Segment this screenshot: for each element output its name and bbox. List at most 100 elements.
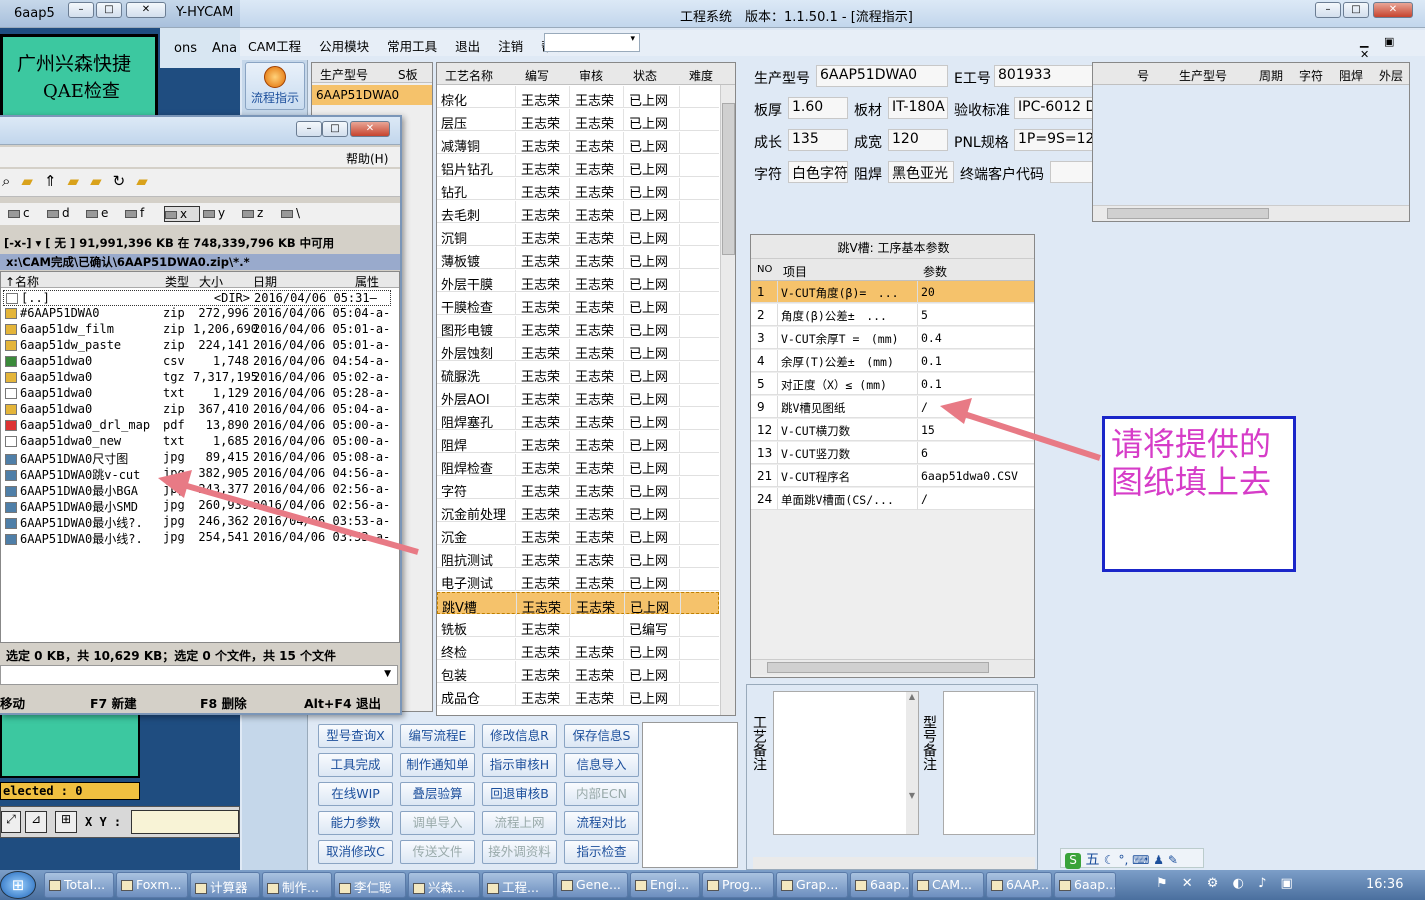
action-button[interactable]: 调单导入 bbox=[400, 811, 475, 835]
param-col-value[interactable]: 参数 bbox=[923, 263, 947, 280]
process-row[interactable]: 去毛刺 王志荣 王志荣 已上网 bbox=[437, 201, 719, 224]
action-button[interactable]: 保存信息S bbox=[564, 724, 639, 748]
fm-col-date[interactable]: 日期 bbox=[253, 273, 277, 290]
drive-button[interactable]: c bbox=[8, 206, 44, 222]
fm-file-row[interactable]: [..] <DIR> 2016/04/06 05:31— bbox=[3, 290, 391, 306]
process-row[interactable]: 硫脲洗 王志荣 王志荣 已上网 bbox=[437, 362, 719, 385]
menu-combo[interactable]: ▾ bbox=[544, 33, 640, 52]
right-col-char[interactable]: 字符 bbox=[1299, 67, 1323, 84]
process-row[interactable]: 干膜检查 王志荣 王志荣 已上网 bbox=[437, 293, 719, 316]
fm-file-row[interactable]: 6aap51dwa0 zip 367,410 2016/04/06 05:04-a- bbox=[3, 402, 391, 418]
fm-file-row[interactable]: #6AAP51DWA0 zip 272,996 2016/04/06 05:04-a- bbox=[3, 306, 391, 322]
process-row[interactable]: 阻抗测试 王志荣 王志荣 已上网 bbox=[437, 546, 719, 569]
param-col-item[interactable]: 项目 bbox=[783, 263, 807, 280]
menu-cam[interactable]: CAM工程 bbox=[248, 39, 301, 54]
menu-exit[interactable]: 退出 bbox=[455, 39, 480, 54]
folder-open-icon[interactable]: ▰ bbox=[136, 172, 159, 190]
action-button[interactable]: 接外调资料 bbox=[482, 840, 557, 864]
tool-icon-2[interactable]: ⊿ bbox=[25, 811, 47, 833]
taskbar-item[interactable]: 李仁聪 bbox=[334, 872, 406, 898]
taskbar-item[interactable]: Engi... bbox=[630, 872, 700, 898]
fkey-new[interactable]: F7 新建 bbox=[90, 693, 137, 712]
param-row[interactable]: 24 单面跳V槽面(CS/... / bbox=[751, 488, 1034, 510]
param-hscroll[interactable] bbox=[751, 659, 1034, 675]
menu-common[interactable]: 公用模块 bbox=[319, 39, 369, 54]
left-maximize-button[interactable]: □ bbox=[96, 2, 122, 18]
process-row[interactable]: 包装 王志荣 王志荣 已上网 bbox=[437, 661, 719, 684]
action-button[interactable]: 修改信息R bbox=[482, 724, 557, 748]
action-button[interactable]: 型号查询X bbox=[318, 724, 393, 748]
taskbar-item[interactable]: Gene... bbox=[556, 872, 628, 898]
drive-button[interactable]: x bbox=[164, 206, 200, 222]
model-col-header[interactable]: 生产型号 bbox=[320, 66, 368, 83]
flow-indicator-button[interactable]: 流程指示 bbox=[245, 62, 305, 110]
fm-file-row[interactable]: 6AAP51DWA0最小线?. jpg 246,362 2016/04/06 03:5… bbox=[3, 514, 391, 530]
process-col-name[interactable]: 工艺名称 bbox=[445, 67, 493, 84]
menu-tools[interactable]: 常用工具 bbox=[387, 39, 437, 54]
fm-maximize-button[interactable]: □ bbox=[322, 121, 348, 137]
action-button[interactable]: 取消修改C bbox=[318, 840, 393, 864]
fm-file-row[interactable]: 6aap51dwa0_new txt 1,685 2016/04/06 05:00-a… bbox=[3, 434, 391, 450]
sboard-col-header[interactable]: S板 bbox=[398, 66, 418, 83]
process-row[interactable]: 阻焊 王志荣 王志荣 已上网 bbox=[437, 431, 719, 454]
fm-col-name[interactable]: ↑名称 bbox=[5, 273, 39, 290]
left-menu-ons[interactable]: ons bbox=[174, 41, 197, 56]
process-row[interactable]: 电子测试 王志荣 王志荣 已上网 bbox=[437, 569, 719, 592]
width-field[interactable]: 120 bbox=[888, 129, 948, 151]
process-row[interactable]: 沉铜 王志荣 王志荣 已上网 bbox=[437, 224, 719, 247]
tool-icon-1[interactable]: ⤢ bbox=[1, 811, 21, 833]
folder-tree-icon[interactable]: ▰ bbox=[90, 172, 113, 190]
fm-file-row[interactable]: 6aap51dwa0 tgz 7,317,195 2016/04/06 05:02-a… bbox=[3, 370, 391, 386]
process-row[interactable]: 层压 王志荣 王志荣 已上网 bbox=[437, 109, 719, 132]
thickness-field[interactable]: 1.60 bbox=[788, 97, 848, 119]
param-hscroll-thumb[interactable] bbox=[767, 662, 989, 673]
taskbar-item[interactable]: 6aap... bbox=[1054, 872, 1116, 898]
taskbar-item[interactable]: 6AAP... bbox=[986, 872, 1052, 898]
tool-icon-3[interactable]: ⊞ bbox=[55, 811, 77, 833]
process-row[interactable]: 外层AOI 王志荣 王志荣 已上网 bbox=[437, 385, 719, 408]
param-col-no[interactable]: NO bbox=[757, 264, 772, 275]
process-notes-box[interactable]: ▲ ▼ bbox=[773, 691, 919, 835]
left-close-button[interactable]: ✕ bbox=[126, 2, 166, 18]
process-row[interactable]: 薄板镀 王志荣 王志荣 已上网 bbox=[437, 247, 719, 270]
start-button[interactable]: ⊞ bbox=[0, 871, 36, 899]
menu-logout[interactable]: 注销 bbox=[498, 39, 523, 54]
action-button[interactable]: 工具完成 bbox=[318, 753, 393, 777]
action-button[interactable]: 内部ECN bbox=[564, 782, 639, 806]
taskbar-item[interactable]: 工程... bbox=[482, 872, 554, 898]
left-minimize-button[interactable]: – bbox=[68, 2, 94, 18]
action-button[interactable]: 回退审核B bbox=[482, 782, 557, 806]
right-grid-hscroll[interactable] bbox=[1093, 205, 1409, 221]
process-row[interactable]: 沉金前处理 王志荣 王志荣 已上网 bbox=[437, 500, 719, 523]
right-col-model[interactable]: 生产型号 bbox=[1179, 67, 1227, 84]
param-row[interactable]: 3 V-CUT余厚T = (mm) 0.4 bbox=[751, 327, 1034, 349]
length-field[interactable]: 135 bbox=[788, 129, 848, 151]
param-row[interactable]: 4 余厚(T)公差± (mm) 0.1 bbox=[751, 350, 1034, 372]
fm-col-size[interactable]: 大小 bbox=[199, 273, 223, 290]
process-row[interactable]: 阻焊检查 王志荣 王志荣 已上网 bbox=[437, 454, 719, 477]
taskbar-item[interactable]: Prog... bbox=[702, 872, 774, 898]
customer-field[interactable] bbox=[1050, 161, 1094, 183]
model-field[interactable]: 6AAP51DWA0 bbox=[816, 65, 948, 87]
material-field[interactable]: IT-180A bbox=[888, 97, 948, 119]
param-row[interactable]: 21 V-CUT程序名 6aap51dwa0.CSV bbox=[751, 465, 1034, 487]
process-row[interactable]: 铝片钻孔 王志荣 王志荣 已上网 bbox=[437, 155, 719, 178]
action-button[interactable]: 在线WIP bbox=[318, 782, 393, 806]
fkey-delete[interactable]: F8 删除 bbox=[200, 693, 247, 712]
fm-close-button[interactable]: ✕ bbox=[350, 121, 390, 137]
process-row[interactable]: 棕化 王志荣 王志荣 已上网 bbox=[437, 86, 719, 109]
model-notes-box[interactable] bbox=[943, 691, 1035, 835]
param-row[interactable]: 13 V-CUT竖刀数 6 bbox=[751, 442, 1034, 464]
right-col-outer[interactable]: 外层 bbox=[1379, 67, 1403, 84]
taskbar-item[interactable]: Foxm... bbox=[116, 872, 188, 898]
xy-input[interactable] bbox=[131, 810, 239, 834]
taskbar-item[interactable]: CAM... bbox=[912, 872, 984, 898]
fm-col-attr[interactable]: 属性 bbox=[355, 273, 379, 290]
fm-file-row[interactable]: 6AAP51DWA0最小BGA jpg 243,377 2016/04/06 02:5… bbox=[3, 482, 391, 498]
process-grid-scrollbar[interactable] bbox=[720, 85, 735, 715]
param-row[interactable]: 5 对正度（X）≤ (mm) 0.1 bbox=[751, 373, 1034, 395]
drive-button[interactable]: y bbox=[203, 206, 239, 222]
process-row[interactable]: 减薄铜 王志荣 王志荣 已上网 bbox=[437, 132, 719, 155]
process-row[interactable]: 阻焊塞孔 王志荣 王志荣 已上网 bbox=[437, 408, 719, 431]
char-field[interactable]: 白色字符 bbox=[788, 161, 848, 183]
